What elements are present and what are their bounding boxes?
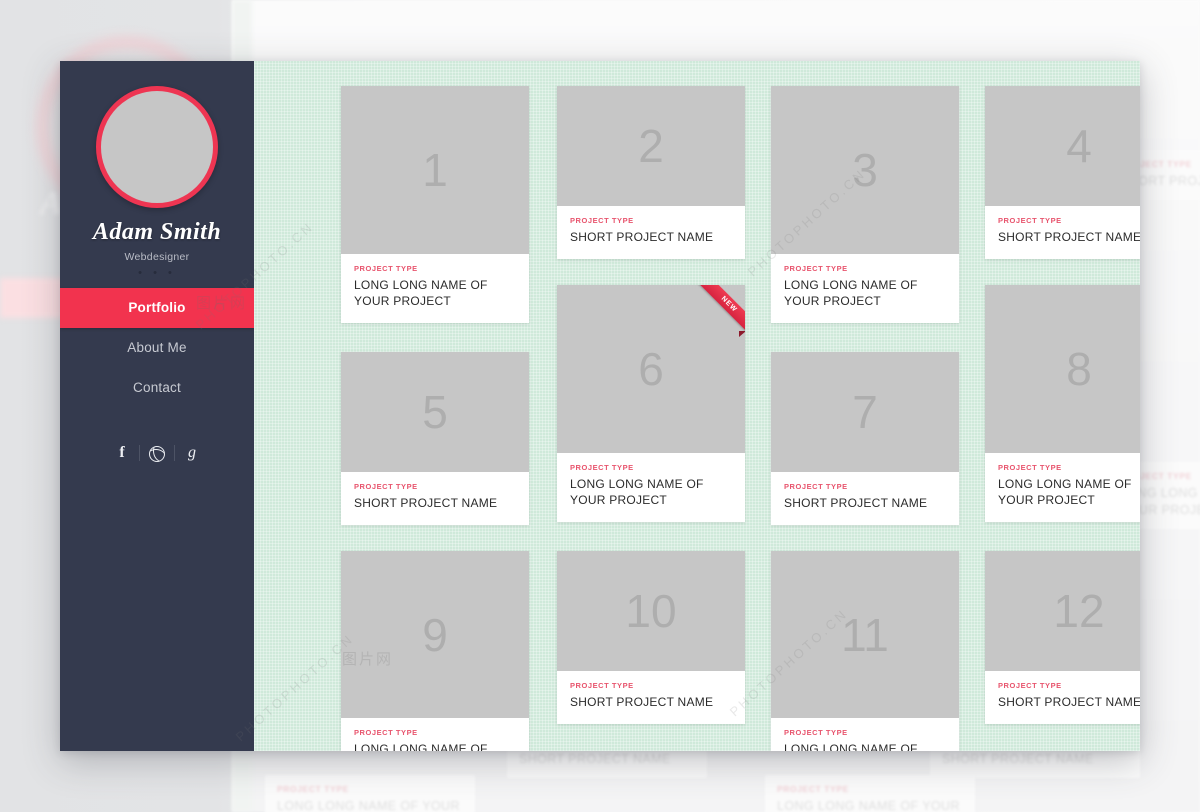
project-name: SHORT PROJECT NAME — [784, 496, 928, 510]
background-card-type: PROJECT TYPE — [277, 784, 349, 794]
project-type: PROJECT TYPE — [354, 482, 418, 491]
project-type: PROJECT TYPE — [570, 463, 634, 472]
project-name: LONG LONG NAME OF YOUR PROJECT — [784, 742, 918, 751]
thumbnail-number: 12 — [1053, 585, 1105, 637]
project-card[interactable]: 12 PROJECT TYPE SHORT PROJECT NAME — [985, 551, 1140, 724]
project-name: LONG LONG NAME OF YOUR PROJECT — [354, 742, 488, 751]
project-type: PROJECT TYPE — [998, 463, 1062, 472]
background-card-name: LONG LONG NAME OF YOUR PROJECT — [777, 799, 960, 812]
project-card[interactable]: 6 NEW PROJECT TYPE LONG LONG NAME OF YOU… — [557, 285, 745, 522]
new-ribbon: NEW — [686, 285, 745, 344]
project-type: PROJECT TYPE — [354, 728, 418, 737]
background-card-type: PROJECT TYPE — [777, 784, 849, 794]
thumbnail-number: 6 — [638, 343, 664, 395]
project-caption: PROJECT TYPE LONG LONG NAME OF YOUR PROJ… — [341, 718, 529, 751]
project-name: LONG LONG NAME OF YOUR PROJECT — [784, 278, 918, 308]
app-window: Adam Smith Webdesigner • • • Portfolio A… — [60, 61, 1140, 751]
project-type: PROJECT TYPE — [354, 264, 418, 273]
sidebar-item-portfolio[interactable]: Portfolio — [60, 288, 254, 328]
project-card[interactable]: 4 PROJECT TYPE SHORT PROJECT NAME — [985, 86, 1140, 259]
dribbble-icon[interactable] — [140, 443, 174, 463]
thumbnail-number: 2 — [638, 120, 664, 172]
thumbnail-number: 10 — [625, 585, 677, 637]
sidebar-nav: Portfolio About Me Contact — [60, 288, 254, 408]
project-caption: PROJECT TYPE LONG LONG NAME OF YOUR PROJ… — [985, 453, 1140, 522]
divider-dots: • • • — [138, 267, 176, 279]
portfolio-gallery: 1 PROJECT TYPE LONG LONG NAME OF YOUR PR… — [254, 61, 1140, 751]
project-name: LONG LONG NAME OF YOUR PROJECT — [998, 477, 1132, 507]
project-card[interactable]: 7 PROJECT TYPE SHORT PROJECT NAME — [771, 352, 959, 525]
sidebar-item-contact[interactable]: Contact — [60, 368, 254, 408]
project-type: PROJECT TYPE — [784, 482, 848, 491]
thumbnail-number: 5 — [422, 386, 448, 438]
project-card[interactable]: 1 PROJECT TYPE LONG LONG NAME OF YOUR PR… — [341, 86, 529, 323]
project-thumbnail: 1 — [341, 86, 529, 254]
project-card[interactable]: 2 PROJECT TYPE SHORT PROJECT NAME — [557, 86, 745, 259]
background-card-name: SHORT PROJECT NAME — [942, 752, 1094, 766]
project-thumbnail: 10 — [557, 551, 745, 671]
background-card: PROJECT TYPE LONG LONG NAME OF YOUR PROJ… — [765, 775, 975, 812]
sidebar-item-about-me[interactable]: About Me — [60, 328, 254, 368]
project-caption: PROJECT TYPE SHORT PROJECT NAME — [557, 671, 745, 724]
thumbnail-number: 4 — [1066, 120, 1092, 172]
project-thumbnail: 2 — [557, 86, 745, 206]
facebook-icon[interactable]: f — [105, 443, 139, 463]
project-name: SHORT PROJECT NAME — [570, 230, 714, 244]
project-thumbnail: 5 — [341, 352, 529, 472]
project-caption: PROJECT TYPE LONG LONG NAME OF YOUR PROJ… — [341, 254, 529, 323]
project-type: PROJECT TYPE — [998, 216, 1062, 225]
project-thumbnail: 7 — [771, 352, 959, 472]
project-caption: PROJECT TYPE SHORT PROJECT NAME — [771, 472, 959, 525]
new-ribbon-label: NEW — [693, 285, 745, 340]
thumbnail-number: 8 — [1066, 343, 1092, 395]
profile-role: Webdesigner — [124, 251, 190, 263]
project-card[interactable]: 8 PROJECT TYPE LONG LONG NAME OF YOUR PR… — [985, 285, 1140, 522]
project-thumbnail: 9 — [341, 551, 529, 718]
project-type: PROJECT TYPE — [998, 681, 1062, 690]
project-name: LONG LONG NAME OF YOUR PROJECT — [570, 477, 704, 507]
project-card[interactable]: 11 PROJECT TYPE LONG LONG NAME OF YOUR P… — [771, 551, 959, 751]
project-caption: PROJECT TYPE SHORT PROJECT NAME — [985, 206, 1140, 259]
project-card[interactable]: 3 PROJECT TYPE LONG LONG NAME OF YOUR PR… — [771, 86, 959, 323]
social-links: f g — [60, 443, 254, 463]
project-name: SHORT PROJECT NAME — [570, 695, 714, 709]
project-caption: PROJECT TYPE SHORT PROJECT NAME — [557, 206, 745, 259]
project-caption: PROJECT TYPE LONG LONG NAME OF YOUR PROJ… — [557, 453, 745, 522]
project-caption: PROJECT TYPE SHORT PROJECT NAME — [341, 472, 529, 525]
project-thumbnail: 11 — [771, 551, 959, 718]
project-caption: PROJECT TYPE LONG LONG NAME OF YOUR PROJ… — [771, 254, 959, 323]
project-type: PROJECT TYPE — [784, 264, 848, 273]
project-card[interactable]: 10 PROJECT TYPE SHORT PROJECT NAME — [557, 551, 745, 724]
profile-name: Adam Smith — [92, 219, 222, 245]
project-caption: PROJECT TYPE LONG LONG NAME OF YOUR PROJ… — [771, 718, 959, 751]
project-thumbnail: 4 — [985, 86, 1140, 206]
background-card: PROJECT TYPE LONG LONG NAME OF YOUR PROJ… — [265, 775, 475, 812]
project-thumbnail: 8 — [985, 285, 1140, 453]
project-name: SHORT PROJECT NAME — [998, 230, 1140, 244]
thumbnail-number: 9 — [422, 608, 448, 661]
sidebar: Adam Smith Webdesigner • • • Portfolio A… — [60, 61, 254, 751]
project-name: SHORT PROJECT NAME — [998, 695, 1140, 709]
project-type: PROJECT TYPE — [570, 681, 634, 690]
project-type: PROJECT TYPE — [784, 728, 848, 737]
project-thumbnail: 3 — [771, 86, 959, 254]
project-thumbnail: 12 — [985, 551, 1140, 671]
google-plus-icon[interactable]: g — [175, 443, 209, 463]
thumbnail-number: 3 — [852, 144, 878, 196]
project-name: SHORT PROJECT NAME — [354, 496, 498, 510]
thumbnail-number: 1 — [422, 144, 448, 196]
thumbnail-number: 11 — [841, 608, 889, 661]
thumbnail-number: 7 — [852, 386, 878, 438]
project-card[interactable]: 9 PROJECT TYPE LONG LONG NAME OF YOUR PR… — [341, 551, 529, 751]
project-type: PROJECT TYPE — [570, 216, 634, 225]
project-name: LONG LONG NAME OF YOUR PROJECT — [354, 278, 488, 308]
background-card-name: SHORT PROJECT NAME — [519, 752, 671, 766]
project-card[interactable]: 5 PROJECT TYPE SHORT PROJECT NAME — [341, 352, 529, 525]
avatar[interactable] — [96, 86, 218, 208]
project-caption: PROJECT TYPE SHORT PROJECT NAME — [985, 671, 1140, 724]
background-card-name: LONG LONG NAME OF YOUR PROJECT — [277, 799, 460, 812]
project-thumbnail: 6 NEW — [557, 285, 745, 453]
